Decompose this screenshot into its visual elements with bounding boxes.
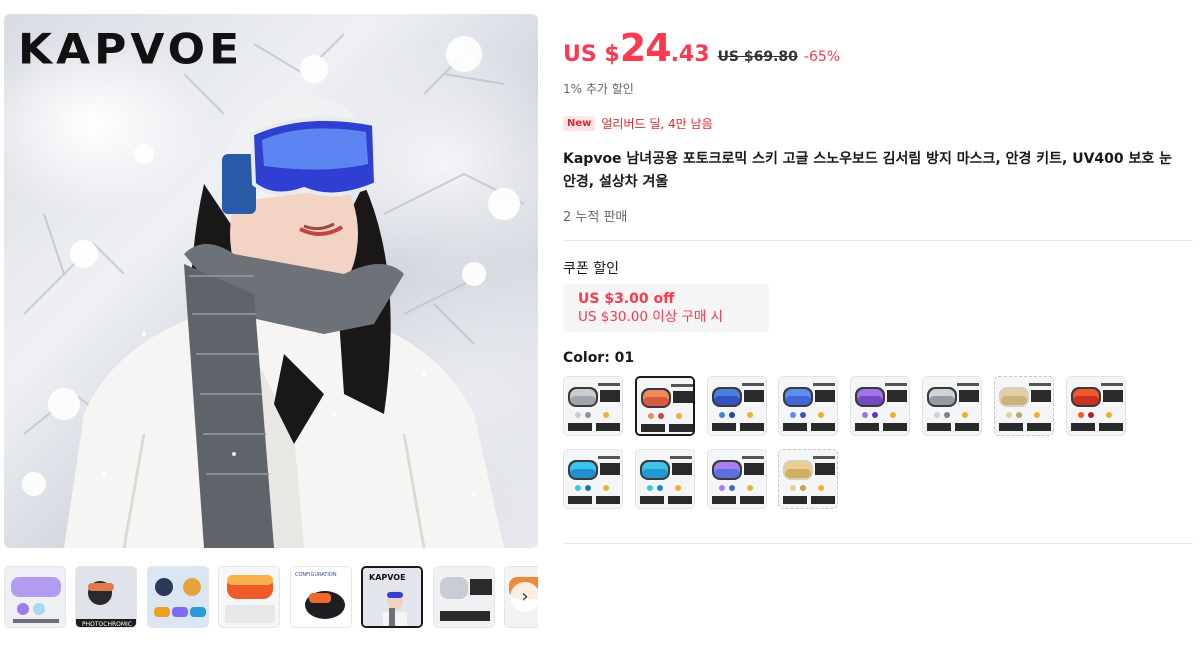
goggle-icon xyxy=(707,377,766,435)
sold-count: 2 누적 판매 xyxy=(563,210,628,225)
svg-text:PHOTOCHROMIC: PHOTOCHROMIC xyxy=(82,621,132,628)
new-badge: New xyxy=(563,116,596,131)
color-label: Color: 01 xyxy=(563,350,635,366)
price-currency: US $ xyxy=(563,42,620,67)
goggle-icon xyxy=(635,450,694,508)
promo-row: New 얼리버드 딜, 4만 남음 xyxy=(563,115,713,132)
thumbnail-strip: PHOTOCHROMIC CONFIGURATION KAPVOE › xyxy=(4,566,538,628)
color-swatch[interactable] xyxy=(778,376,839,436)
color-swatch[interactable] xyxy=(706,449,767,509)
coupon-amount: US $3.00 off xyxy=(578,291,675,307)
goggle-icon xyxy=(636,378,693,434)
goggle-icon xyxy=(564,377,622,435)
goggle-icon xyxy=(564,450,622,508)
color-swatch[interactable] xyxy=(706,376,767,436)
goggle-icon xyxy=(851,377,910,435)
original-price: US $69.80 xyxy=(717,49,798,65)
color-swatch-grid xyxy=(563,376,1193,516)
promo-text: 얼리버드 딜, 4만 남음 xyxy=(601,117,713,131)
coupon-card[interactable]: US $3.00 off US $30.00 이상 구매 시 xyxy=(563,284,769,332)
brand-logo: KAPVOE xyxy=(18,25,244,74)
goggle-icon xyxy=(994,377,1053,435)
main-product-image[interactable]: KAPVOE xyxy=(4,14,538,548)
thumbnail-2[interactable]: PHOTOCHROMIC xyxy=(75,566,137,628)
goggle-icon xyxy=(923,377,981,435)
color-swatch[interactable] xyxy=(993,376,1054,436)
color-swatch[interactable] xyxy=(563,376,623,436)
color-swatch[interactable] xyxy=(922,376,982,436)
thumbnail-5[interactable]: CONFIGURATION xyxy=(290,566,352,628)
coupon-condition: US $30.00 이상 구매 시 xyxy=(578,309,723,325)
thumbnail-4[interactable] xyxy=(218,566,280,628)
color-swatch[interactable] xyxy=(1065,376,1126,436)
color-swatch[interactable] xyxy=(563,449,623,509)
product-title: Kapvoe 남녀공용 포토크로믹 스키 고글 스노우보드 김서림 방지 마스크… xyxy=(563,151,1173,190)
extra-discount: 1% 추가 할인 xyxy=(563,82,634,96)
goggle-icon xyxy=(779,450,838,508)
price-integer: 24 xyxy=(619,26,672,70)
model-photo xyxy=(22,33,525,548)
color-swatch[interactable] xyxy=(634,449,695,509)
color-swatch[interactable] xyxy=(778,449,839,509)
divider xyxy=(563,240,1193,241)
thumbnail-6[interactable]: KAPVOE xyxy=(361,566,423,628)
goggle-icon xyxy=(1066,377,1125,435)
discount-percent: -65% xyxy=(803,49,841,65)
divider xyxy=(563,543,1193,544)
goggle-icon xyxy=(707,450,766,508)
color-swatch[interactable] xyxy=(634,376,695,436)
svg-text:KAPVOE: KAPVOE xyxy=(369,573,406,582)
goggle-icon xyxy=(779,377,838,435)
price-decimal: .43 xyxy=(670,42,710,67)
thumbnail-1[interactable] xyxy=(4,566,66,628)
thumbnail-3[interactable] xyxy=(147,566,209,628)
price-row: US $24.43 US $69.80 -65% xyxy=(563,26,840,70)
svg-text:CONFIGURATION: CONFIGURATION xyxy=(295,572,337,578)
color-swatch[interactable] xyxy=(850,376,911,436)
coupon-heading: 쿠폰 할인 xyxy=(563,261,619,277)
thumbnail-7[interactable] xyxy=(433,566,495,628)
chevron-right-icon[interactable]: › xyxy=(510,582,538,612)
